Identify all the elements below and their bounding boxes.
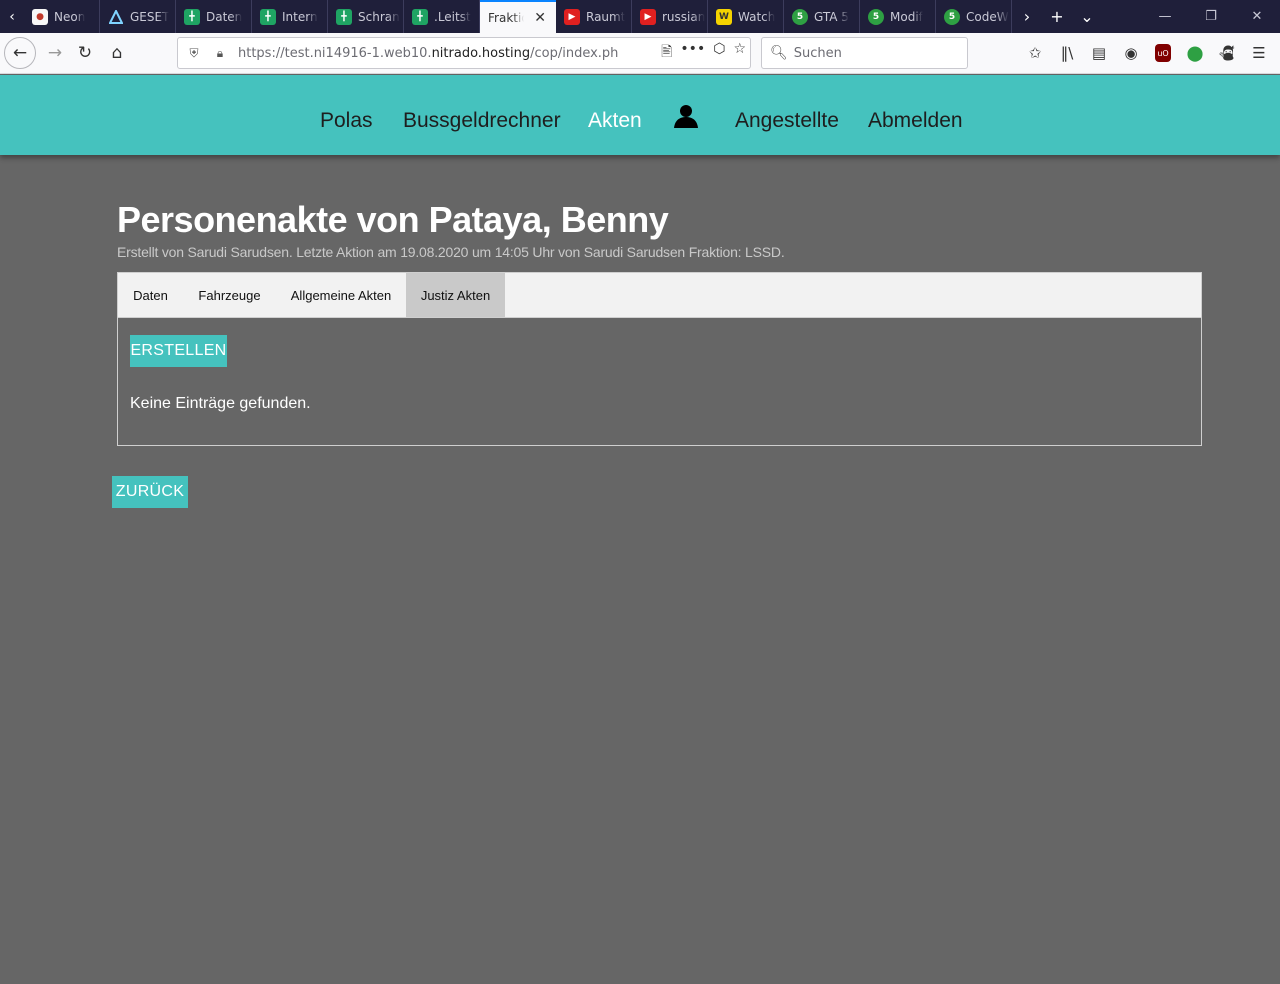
tab-title: .Leitst (434, 9, 471, 24)
url-text[interactable]: https://test.ni14916-1.web10.nitrado.hos… (238, 46, 618, 61)
reader-view-icon[interactable]: 🖹︎ (661, 41, 672, 65)
sheets-favicon-icon: ╋ (260, 8, 276, 25)
extension-mask-icon[interactable]: 🥷︎ (1214, 38, 1240, 68)
search-icon: 🔍︎ (770, 45, 788, 61)
account-icon[interactable]: ◉ (1118, 38, 1144, 68)
tab-title: Modif (890, 9, 923, 24)
browser-tab[interactable]: ╋ Intern (252, 0, 328, 33)
menu-hamburger-icon[interactable]: ☰ (1246, 38, 1272, 68)
tab-title: russian (662, 9, 706, 24)
sheets-favicon-icon: ╋ (184, 8, 200, 25)
empty-state-message: Keine Einträge gefunden. (130, 395, 311, 412)
browser-tab[interactable]: 5 Modif (860, 0, 936, 33)
tab-title: Daten (206, 9, 243, 24)
tab-scroll-left-icon[interactable]: ‹ (0, 0, 24, 33)
list-tabs-chevron-down-icon[interactable]: ⌄ (1072, 7, 1102, 26)
browser-tab[interactable]: GESET (100, 0, 176, 33)
search-bar[interactable]: 🔍︎ Suchen (761, 37, 968, 69)
library-icon[interactable]: ‖\ (1054, 38, 1080, 68)
record-tabs: Daten Fahrzeuge Allgemeine Akten Justiz … (118, 273, 1201, 318)
close-window-icon[interactable]: ✕ (1234, 0, 1280, 33)
green-circle-favicon-icon: 5 (944, 8, 960, 25)
neon-favicon-icon: ● (32, 8, 48, 25)
reload-icon[interactable]: ↻ (70, 38, 100, 68)
tracking-shield-icon[interactable]: ⛨ (184, 46, 204, 61)
sheets-favicon-icon: ╋ (412, 8, 428, 25)
tab-justiz-akten[interactable]: Justiz Akten (406, 273, 505, 317)
page-actions-icon[interactable]: ••• (680, 41, 705, 65)
tab-title: Raumt (586, 9, 626, 24)
browser-tab[interactable]: ╋ Schran (328, 0, 404, 33)
green-circle-favicon-icon: 5 (868, 8, 884, 25)
tab-title: Intern (282, 9, 318, 24)
bookmark-star-icon[interactable]: ☆ (733, 41, 746, 65)
browser-tab[interactable]: ▶ Raumt (556, 0, 632, 33)
close-tab-icon[interactable]: ✕ (534, 10, 546, 26)
tab-title: Watch (738, 9, 776, 24)
record-meta-info: Erstellt von Sarudi Sarudsen. Letzte Akt… (117, 244, 785, 260)
record-panel: Daten Fahrzeuge Allgemeine Akten Justiz … (117, 272, 1202, 446)
restore-window-icon[interactable]: ❐ (1188, 0, 1234, 33)
site-header: Polas Bussgeldrechner Akten Angestellte … (0, 75, 1280, 155)
new-tab-icon[interactable]: + (1042, 7, 1072, 26)
back-arrow-icon[interactable]: ← (4, 37, 36, 69)
create-button[interactable]: ERSTELLEN (130, 335, 227, 367)
browser-tab[interactable]: 5 GTA 5 (784, 0, 860, 33)
url-bar[interactable]: ⛨ 🔒︎ https://test.ni14916-1.web10.nitrad… (177, 37, 751, 69)
youtube-favicon-icon: ▶ (564, 8, 580, 25)
nav-link-polas[interactable]: Polas (320, 109, 373, 133)
browser-tab-active[interactable]: Fraktio ✕ (480, 0, 556, 33)
browser-tab-strip: ‹ ● Neon GESET ╋ Daten ╋ Intern ╋ Schran… (0, 0, 1280, 33)
tab-title: CodeW (966, 9, 1009, 24)
browser-navigation-bar: ← → ↻ ⌂ ⛨ 🔒︎ https://test.ni14916-1.web1… (0, 33, 1280, 74)
youtube-favicon-icon: ▶ (640, 8, 656, 25)
w-favicon-icon: W (716, 8, 732, 25)
browser-tab[interactable]: ● Neon (24, 0, 100, 33)
tab-title: Fraktio (488, 10, 524, 25)
lock-icon[interactable]: 🔒︎ (210, 46, 230, 61)
browser-tab[interactable]: ▶ russian (632, 0, 708, 33)
browser-tab[interactable]: ╋ .Leitst (404, 0, 480, 33)
forward-arrow-icon[interactable]: → (40, 38, 70, 68)
green-circle-favicon-icon: 5 (792, 8, 808, 25)
browser-tab[interactable]: ╋ Daten (176, 0, 252, 33)
browser-tab[interactable]: 5 CodeW (936, 0, 1012, 33)
tab-allgemeine-akten[interactable]: Allgemeine Akten (276, 273, 406, 317)
tab-title: Schran (358, 9, 400, 24)
pocket-icon[interactable]: ⬡ (713, 41, 725, 65)
home-icon[interactable]: ⌂ (102, 38, 132, 68)
search-placeholder: Suchen (793, 45, 842, 61)
tab-fahrzeuge[interactable]: Fahrzeuge (183, 273, 276, 317)
tab-title: GTA 5 (814, 9, 849, 24)
extension-green-icon[interactable]: ⬤ (1182, 38, 1208, 68)
sidebar-icon[interactable]: ▤ (1086, 38, 1112, 68)
tab-title: GESET (130, 9, 170, 24)
nav-link-abmelden[interactable]: Abmelden (868, 109, 963, 133)
tab-daten[interactable]: Daten (118, 273, 183, 317)
nav-link-akten[interactable]: Akten (588, 109, 642, 133)
nav-link-bussgeldrechner[interactable]: Bussgeldrechner (403, 109, 561, 133)
site-navigation: Polas Bussgeldrechner Akten Angestellte … (0, 75, 1280, 155)
minimize-window-icon[interactable]: — (1142, 0, 1188, 33)
page-title: Personenakte von Pataya, Benny (117, 199, 669, 240)
ublock-icon[interactable]: uO (1155, 44, 1171, 62)
back-button[interactable]: ZURÜCK (112, 476, 188, 508)
tab-title: Neon (54, 9, 86, 24)
browser-tab[interactable]: W Watch (708, 0, 784, 33)
triangle-favicon-icon (108, 9, 124, 25)
tab-scroll-right-icon[interactable]: › (1012, 7, 1042, 26)
user-profile-icon[interactable] (673, 103, 699, 129)
bookmarks-star-icon[interactable]: ✩ (1022, 38, 1048, 68)
nav-link-angestellte[interactable]: Angestellte (735, 109, 839, 133)
sheets-favicon-icon: ╋ (336, 8, 352, 25)
